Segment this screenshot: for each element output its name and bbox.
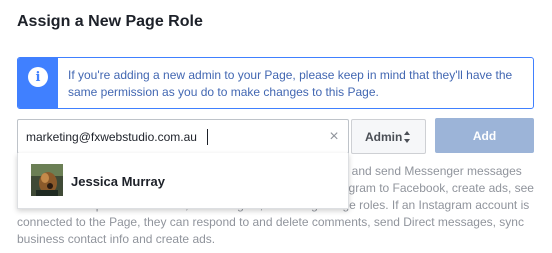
role-select-value: Admin xyxy=(365,129,403,144)
page-title: Assign a New Page Role xyxy=(17,13,203,30)
email-input[interactable] xyxy=(26,127,316,147)
suggestion-dropdown: Jessica Murray xyxy=(17,153,349,209)
sort-arrows-icon xyxy=(404,131,410,143)
text-caret xyxy=(207,129,208,145)
suggestion-name: Jessica Murray xyxy=(71,174,165,189)
info-strip: i xyxy=(18,58,58,108)
email-input-wrapper[interactable]: × xyxy=(17,119,349,154)
suggestion-item[interactable]: Jessica Murray xyxy=(18,153,348,209)
add-button[interactable]: Add xyxy=(435,118,534,153)
info-icon: i xyxy=(28,67,48,87)
info-notice: i If you're adding a new admin to your P… xyxy=(17,57,534,109)
role-select[interactable]: Admin xyxy=(351,119,426,154)
close-icon[interactable]: × xyxy=(326,129,342,145)
avatar xyxy=(31,164,63,196)
info-notice-text: If you're adding a new admin to your Pag… xyxy=(68,68,513,99)
